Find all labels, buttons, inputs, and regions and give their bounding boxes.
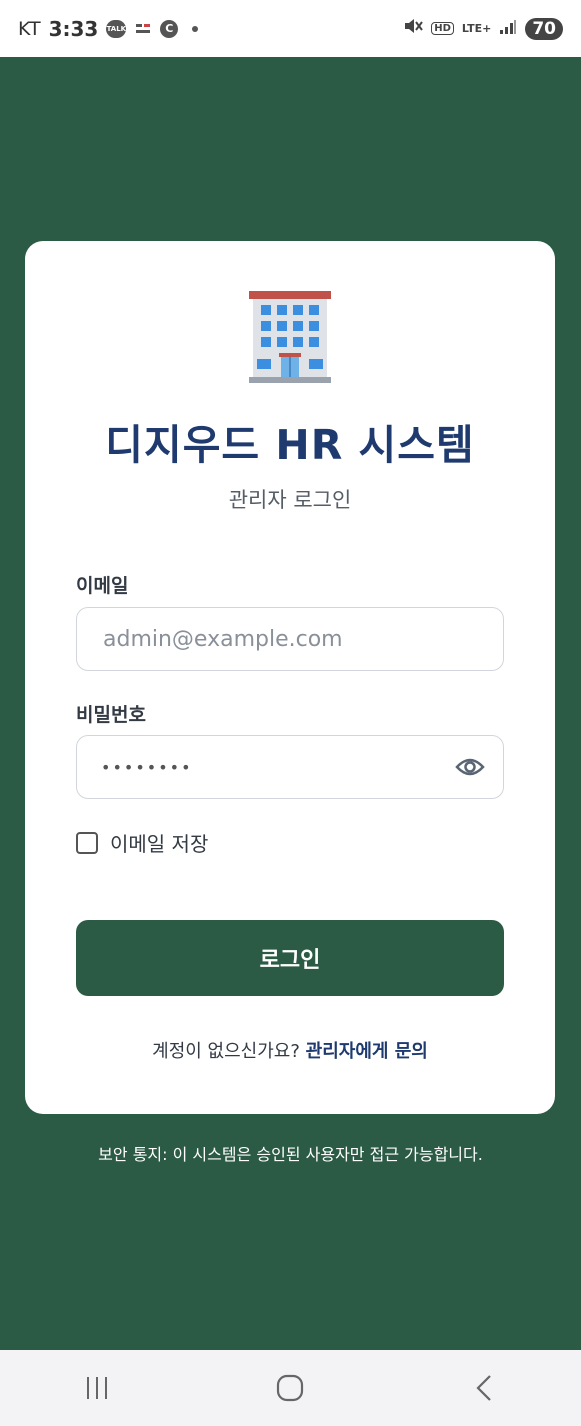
battery-indicator: 70 <box>525 17 563 40</box>
email-label: 이메일 <box>76 575 129 597</box>
email-input[interactable] <box>101 625 479 653</box>
c-badge-icon: C <box>160 19 179 38</box>
hd-icon: HD <box>431 22 454 35</box>
home-icon[interactable] <box>260 1368 320 1408</box>
password-input[interactable]: •••••••• <box>101 758 455 777</box>
status-bar-left: KT 3:33 TALK C <box>18 16 199 41</box>
page-title: 디지우드 HR 시스템 <box>105 421 475 469</box>
password-label: 비밀번호 <box>76 704 146 726</box>
back-icon[interactable] <box>454 1368 514 1408</box>
lte-icon: LTE+ <box>461 21 492 35</box>
clock: 3:33 <box>48 16 99 41</box>
carrier-name: KT <box>18 17 41 40</box>
mute-icon <box>403 17 424 40</box>
signal-icon <box>499 18 517 40</box>
navigation-bar <box>0 1350 581 1426</box>
password-field-container: •••••••• <box>76 735 504 799</box>
security-notice: 보안 통지: 이 시스템은 승인된 사용자만 접근 가능합니다. <box>98 1145 483 1164</box>
status-bar-right: HD LTE+ 70 <box>403 17 563 40</box>
status-bar: KT 3:33 TALK C HD LTE+ 70 <box>0 0 581 57</box>
login-card: 디지우드 HR 시스템 관리자 로그인 이메일 비밀번호 •••••••• 이메… <box>25 241 555 1114</box>
page-subtitle: 관리자 로그인 <box>228 488 352 512</box>
remember-email-checkbox[interactable] <box>76 831 98 854</box>
more-notifications-dot-icon <box>192 25 199 32</box>
remember-email-row[interactable]: 이메일 저장 <box>76 828 208 857</box>
remember-email-label: 이메일 저장 <box>110 832 209 856</box>
office-building-icon <box>241 289 339 387</box>
email-field-container <box>76 607 504 671</box>
no-account-text: 계정이 없으신가요? <box>152 1041 300 1062</box>
talk-icon: TALK <box>106 19 127 38</box>
recent-apps-icon[interactable] <box>67 1368 127 1408</box>
notification-icon <box>134 22 152 36</box>
contact-admin-row: 계정이 없으신가요? 관리자에게 문의 <box>25 1037 555 1063</box>
login-button[interactable]: 로그인 <box>76 920 504 996</box>
contact-admin-link[interactable]: 관리자에게 문의 <box>306 1041 428 1062</box>
show-password-eye-icon[interactable] <box>455 757 485 777</box>
